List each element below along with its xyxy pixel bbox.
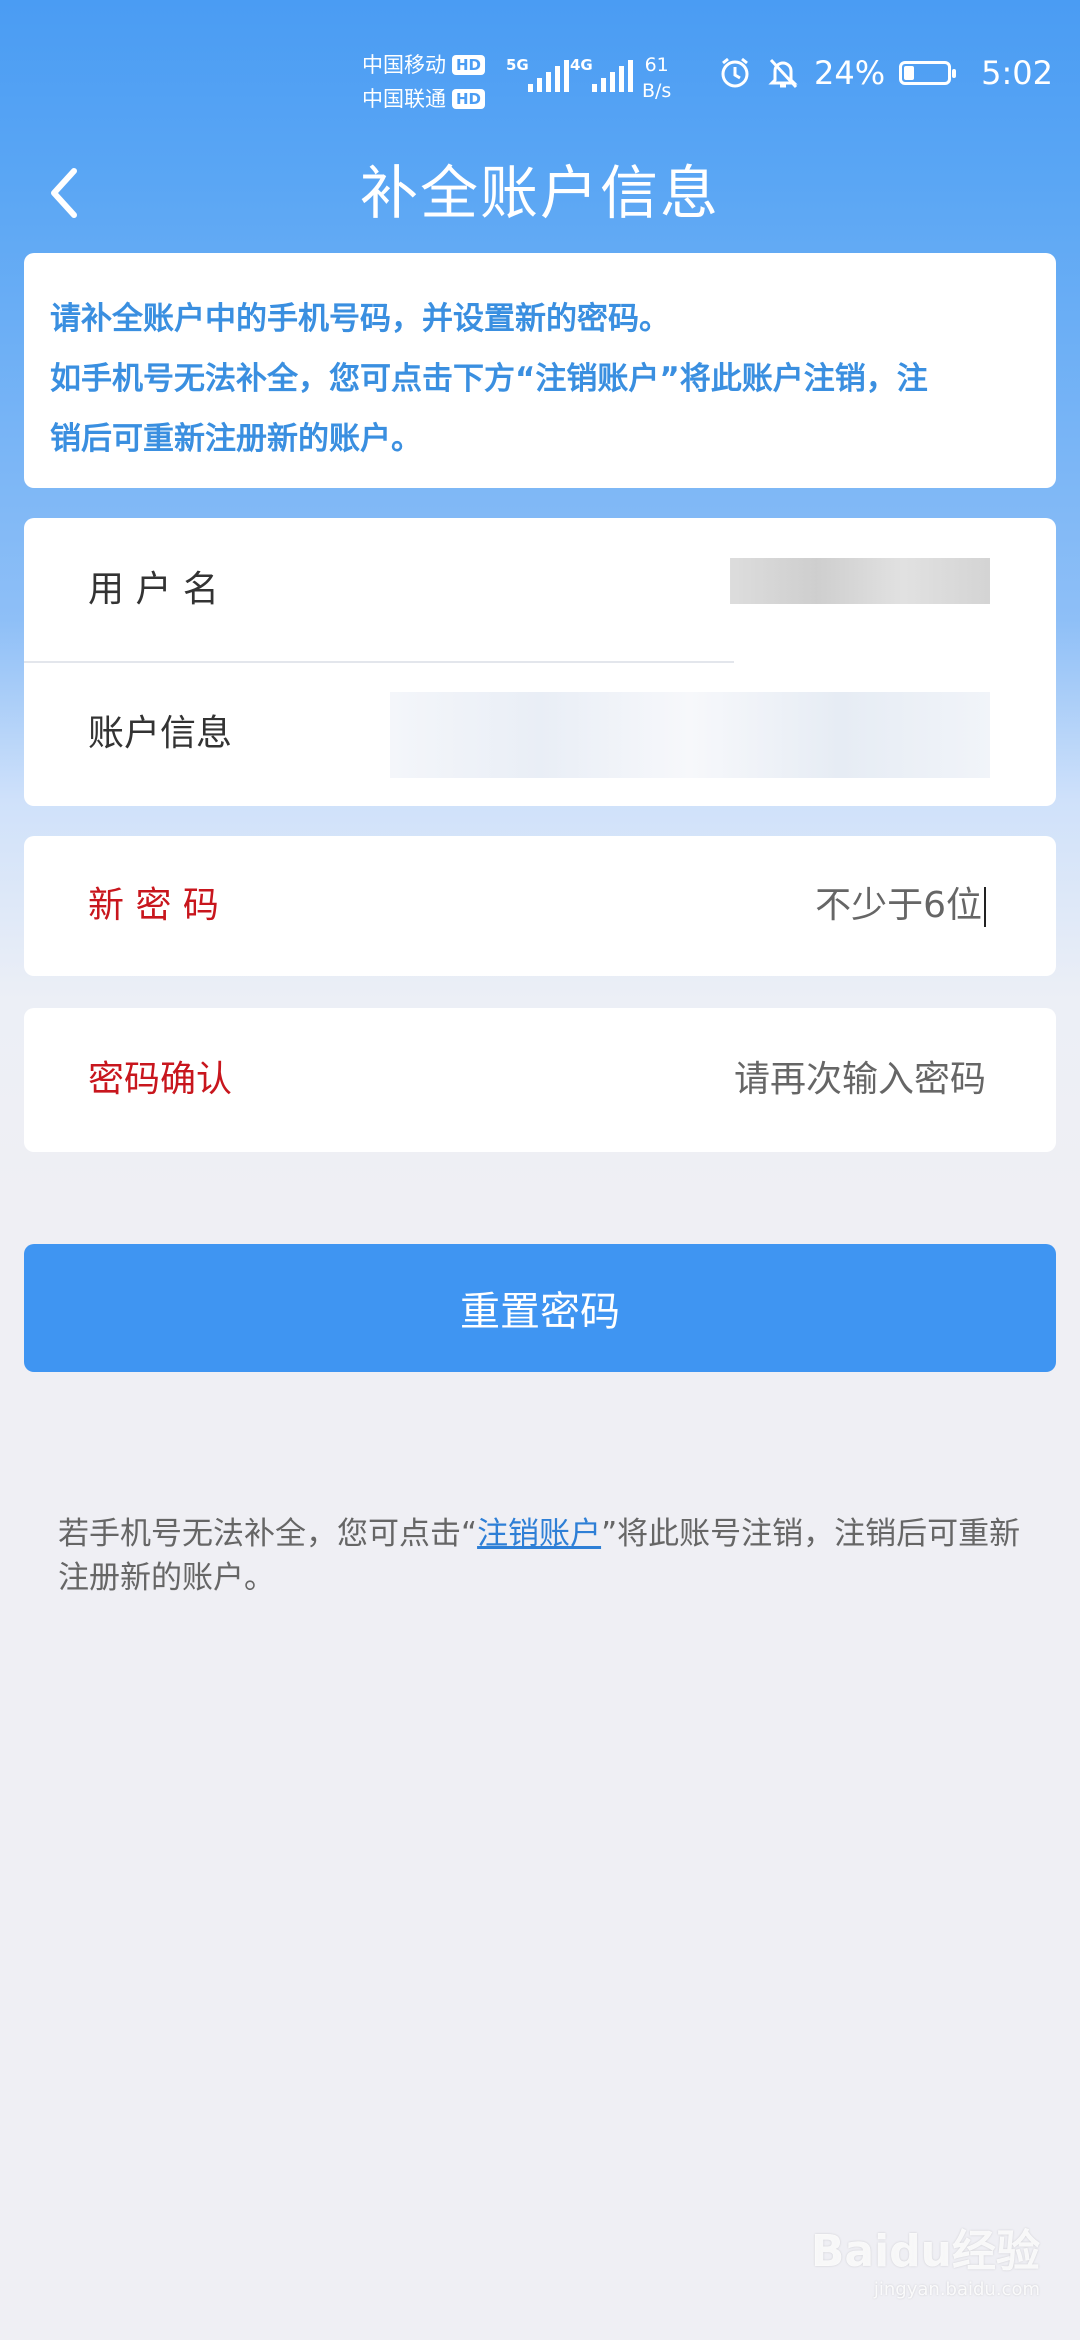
username-value-redacted xyxy=(730,558,990,604)
username-label: 用 户 名 xyxy=(88,569,219,610)
bell-off-icon xyxy=(768,58,798,89)
cancel-account-link[interactable]: 注销账户 xyxy=(477,1516,601,1552)
notice-line: 销后可重新注册新的账户。 xyxy=(50,421,422,457)
username-row: 用 户 名 xyxy=(24,518,1056,662)
network-speed: 61 B/s xyxy=(642,52,671,104)
network-type-1: 5G xyxy=(506,56,529,74)
notice-line: 请补全账户中的手机号码，并设置新的密码。 xyxy=(50,301,670,337)
battery-fill xyxy=(904,66,915,80)
alarm-icon xyxy=(721,57,749,88)
account-info-label: 账户信息 xyxy=(88,713,233,754)
new-password-row[interactable]: 新 密 码 不少于6位 xyxy=(24,836,1056,976)
new-password-card: 新 密 码 不少于6位 xyxy=(24,836,1056,976)
account-info-row: 账户信息 xyxy=(24,662,1056,806)
carrier-info: 中国移动 HD 中国联通 HD xyxy=(362,48,486,116)
new-password-label: 新 密 码 xyxy=(88,885,219,926)
account-info-value-redacted xyxy=(390,692,990,778)
clock: 5:02 xyxy=(981,54,1053,92)
watermark: Baidu经验 jingyan.baidu.com xyxy=(811,2215,1040,2300)
status-right: 24% 5:02 xyxy=(718,54,1053,92)
hd-badge: HD xyxy=(452,89,486,109)
account-card: 用 户 名 账户信息 xyxy=(24,518,1056,806)
confirm-password-input[interactable]: 请再次输入密码 xyxy=(734,1008,986,1152)
speed-unit: B/s xyxy=(642,80,672,102)
page-title: 补全账户信息 xyxy=(359,159,720,227)
reset-password-button[interactable]: 重置密码 xyxy=(24,1244,1056,1372)
status-bar: 中国移动 HD 中国联通 HD 5G 4G 61 B/s 24% 5:02 xyxy=(0,0,1080,150)
footnote-text: 若手机号无法补全，您可点击“ xyxy=(58,1516,478,1552)
confirm-password-card: 密码确认 请再次输入密码 xyxy=(24,1008,1056,1152)
signal-icon xyxy=(528,60,569,92)
signal-icon xyxy=(592,60,633,92)
confirm-password-row[interactable]: 密码确认 请再次输入密码 xyxy=(24,1008,1056,1152)
network-type-2: 4G xyxy=(570,56,593,74)
watermark-brand: Baidu经验 xyxy=(810,2226,1040,2277)
new-password-input[interactable]: 不少于6位 xyxy=(815,836,986,976)
carrier-1: 中国移动 xyxy=(362,53,446,77)
notice-box: 请补全账户中的手机号码，并设置新的密码。 如手机号无法补全，您可点击下方“注销账… xyxy=(24,253,1056,488)
header: 补全账户信息 xyxy=(0,140,1080,250)
battery-icon xyxy=(899,61,957,85)
hd-badge: HD xyxy=(452,55,486,75)
notice-line: 如手机号无法补全，您可点击下方“注销账户”将此账户注销，注 xyxy=(50,361,928,397)
text-caret xyxy=(984,887,986,927)
battery-percent: 24% xyxy=(814,54,886,92)
new-password-placeholder: 不少于6位 xyxy=(815,885,982,926)
carrier-2: 中国联通 xyxy=(362,87,446,111)
footnote: 若手机号无法补全，您可点击“注销账户”将此账号注销，注销后可重新注册新的账户。 xyxy=(58,1512,1028,1600)
speed-value: 61 xyxy=(644,54,669,76)
watermark-url: jingyan.baidu.com xyxy=(873,2279,1040,2300)
confirm-password-label: 密码确认 xyxy=(88,1059,233,1100)
